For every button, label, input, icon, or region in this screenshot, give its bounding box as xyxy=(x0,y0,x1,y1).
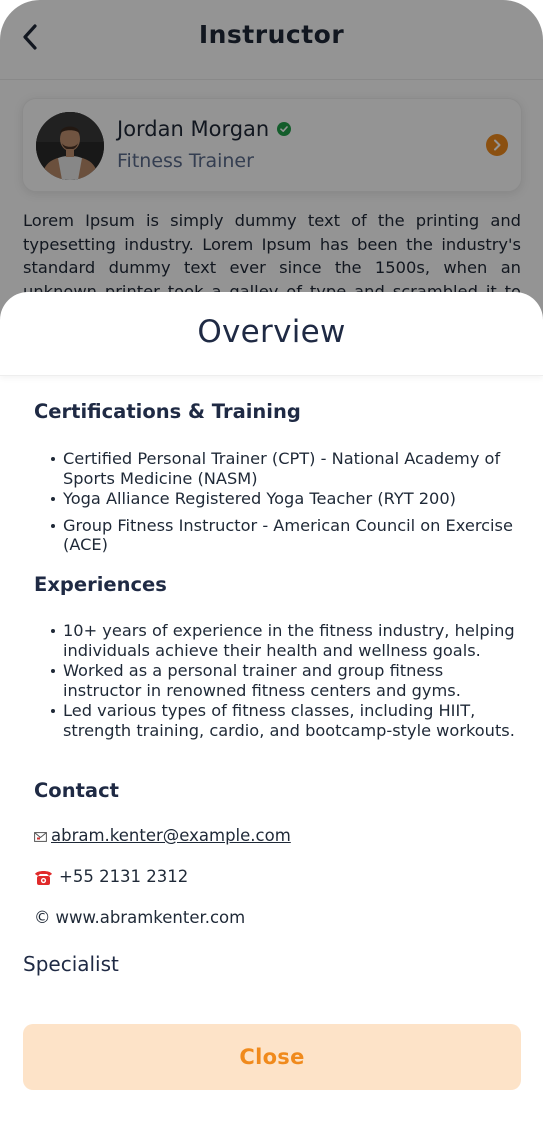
contact-email-row: abram.kenter@example.com xyxy=(34,826,291,845)
experiences-heading: Experiences xyxy=(34,573,167,596)
copyright-icon: © xyxy=(34,908,51,927)
close-button[interactable]: Close xyxy=(23,1024,521,1090)
list-item: Led various types of fitness classes, in… xyxy=(50,701,520,740)
contact-website-row: © www.abramkenter.com xyxy=(34,908,245,927)
contact-heading: Contact xyxy=(34,779,119,802)
list-item: Yoga Alliance Registered Yoga Teacher (R… xyxy=(50,489,520,509)
sheet-title: Overview xyxy=(197,314,346,350)
list-item: Worked as a personal trainer and group f… xyxy=(50,661,520,700)
envelope-icon xyxy=(34,832,47,842)
experiences-list: 10+ years of experience in the fitness i… xyxy=(50,621,520,740)
contact-website[interactable]: www.abramkenter.com xyxy=(56,908,246,927)
certifications-list: Certified Personal Trainer (CPT) - Natio… xyxy=(50,449,520,555)
specialist-heading: Specialist xyxy=(23,952,119,976)
contact-email-link[interactable]: abram.kenter@example.com xyxy=(51,826,291,845)
contact-phone-row: +55 2131 2312 xyxy=(34,867,188,886)
list-item: Group Fitness Instructor - American Coun… xyxy=(50,516,520,555)
certifications-heading: Certifications & Training xyxy=(34,400,301,423)
instructor-screen: Instructor Jordan Morgan Fitness Trainer xyxy=(0,0,543,1125)
list-item: Certified Personal Trainer (CPT) - Natio… xyxy=(50,449,520,488)
sheet-header: Overview xyxy=(0,292,543,376)
list-item: 10+ years of experience in the fitness i… xyxy=(50,621,520,660)
telephone-icon xyxy=(35,871,52,885)
overview-sheet: Overview Certifications & Training Certi… xyxy=(0,292,543,1125)
contact-phone[interactable]: +55 2131 2312 xyxy=(59,867,188,886)
